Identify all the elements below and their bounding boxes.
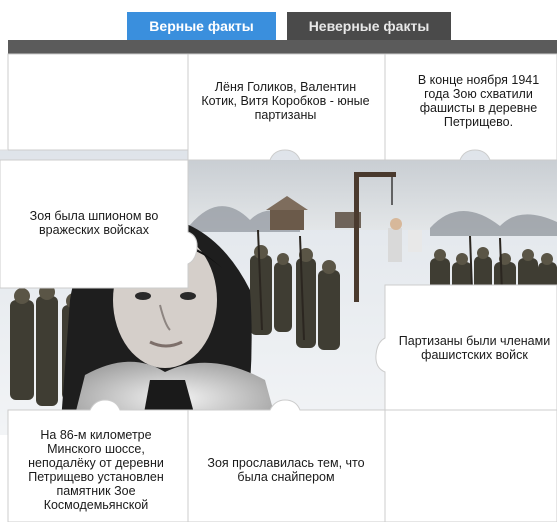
fact-zoya-captured[interactable]: В конце ноября 1941 года Зою схватили фа… [400, 66, 557, 136]
puzzle-piece-top-left [7, 53, 199, 151]
fact-zoya-spy[interactable]: Зоя была шпионом во вражеских войсках [6, 200, 182, 246]
fact-partisans-fascists[interactable]: Партизаны были членами фашистских войск [392, 318, 557, 378]
fact-zoya-sniper[interactable]: Зоя прославилась тем, что была снайпером [200, 440, 372, 500]
fact-monument[interactable]: На 86-м километре Минского шоссе, непода… [8, 422, 184, 518]
fact-young-partisans[interactable]: Лёня Голиков, Валентин Котик, Витя Короб… [193, 66, 378, 136]
puzzle-piece-bottom-right [384, 409, 557, 522]
